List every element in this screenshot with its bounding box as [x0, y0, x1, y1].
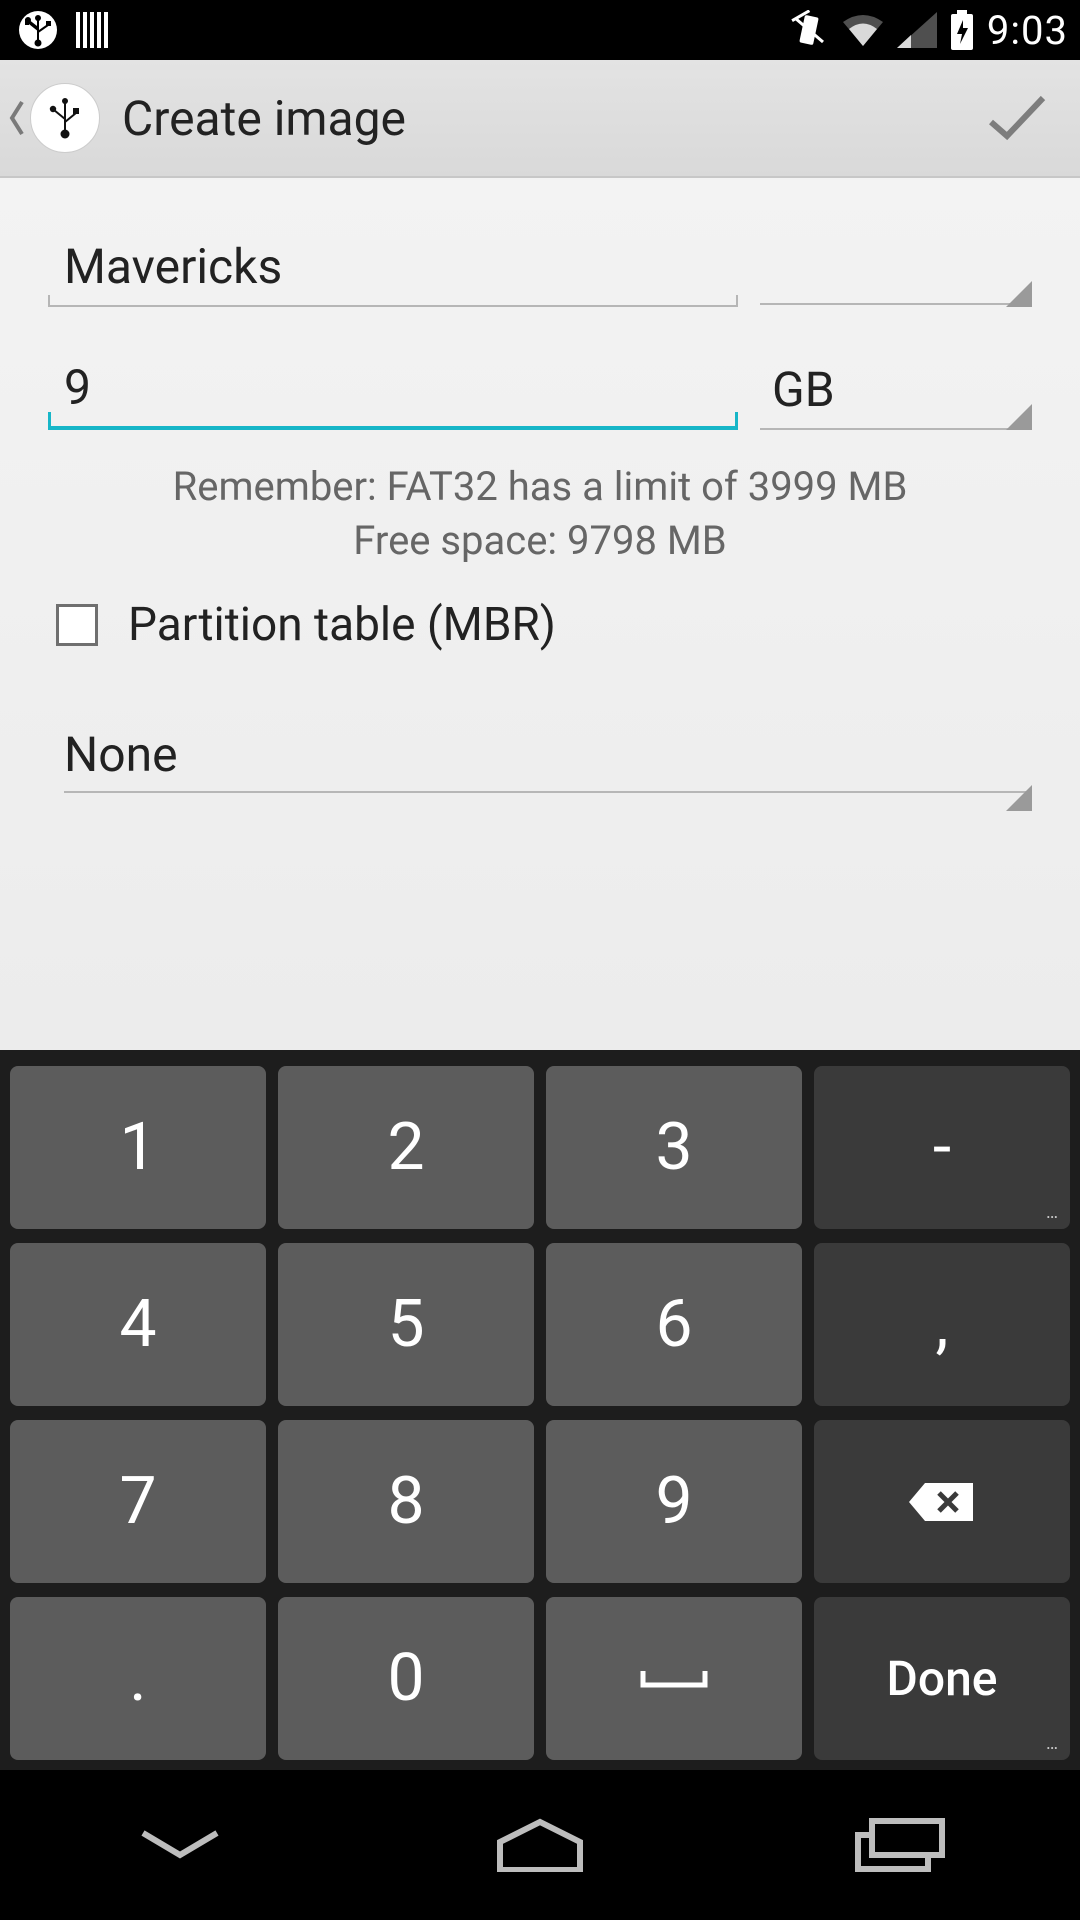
confirm-button[interactable] [982, 83, 1052, 153]
size-input[interactable]: 9 [48, 337, 738, 426]
key-5[interactable]: 5 [278, 1243, 534, 1406]
barcode-status-icon [76, 12, 114, 48]
status-bar: 9:03 [0, 0, 1080, 60]
hints: Remember: FAT32 has a limit of 3999 MB F… [48, 460, 1032, 568]
vibrate-icon [789, 10, 829, 50]
key-backspace[interactable] [814, 1420, 1070, 1583]
key-comma[interactable]: , [814, 1243, 1070, 1406]
extension-spinner[interactable] [760, 241, 1032, 307]
back-button[interactable] [8, 83, 100, 153]
form-area: Mavericks 9 GB Remember: FAT32 has a lim… [0, 178, 1080, 1050]
nav-home[interactable] [465, 1810, 615, 1880]
hint-freespace: Free space: 9798 MB [48, 514, 1032, 568]
unit-value: GB [760, 339, 1032, 428]
hint-fat32: Remember: FAT32 has a limit of 3999 MB [48, 460, 1032, 514]
wifi-icon [841, 12, 885, 48]
usb-status-icon [18, 10, 58, 50]
key-minus[interactable]: -… [814, 1066, 1070, 1229]
partition-label: Partition table (MBR) [128, 598, 556, 652]
partition-table-row[interactable]: Partition table (MBR) [48, 598, 1032, 652]
filesystem-value: None [64, 726, 1032, 783]
key-4[interactable]: 4 [10, 1243, 266, 1406]
unit-spinner[interactable]: GB [760, 339, 1032, 430]
status-clock: 9:03 [987, 7, 1068, 54]
size-field-container: 9 [48, 337, 738, 430]
action-bar: Create image [0, 60, 1080, 178]
nav-recent[interactable] [825, 1810, 975, 1880]
name-field-container: Mavericks [48, 216, 738, 307]
numeric-keyboard: 1 2 3 -… 4 5 6 , 7 8 9 . 0 Done… [0, 1050, 1080, 1770]
signal-icon [897, 12, 937, 48]
key-done[interactable]: Done… [814, 1597, 1070, 1760]
battery-charging-icon [949, 10, 975, 50]
filesystem-spinner[interactable]: None [48, 700, 1032, 811]
name-input[interactable]: Mavericks [48, 216, 738, 305]
key-9[interactable]: 9 [546, 1420, 802, 1583]
key-6[interactable]: 6 [546, 1243, 802, 1406]
partition-checkbox[interactable] [56, 604, 98, 646]
key-7[interactable]: 7 [10, 1420, 266, 1583]
key-space[interactable] [546, 1597, 802, 1760]
key-1[interactable]: 1 [10, 1066, 266, 1229]
key-8[interactable]: 8 [278, 1420, 534, 1583]
key-3[interactable]: 3 [546, 1066, 802, 1229]
navigation-bar [0, 1770, 1080, 1920]
app-icon [30, 83, 100, 153]
key-period[interactable]: . [10, 1597, 266, 1760]
page-title: Create image [122, 90, 406, 147]
key-2[interactable]: 2 [278, 1066, 534, 1229]
nav-back[interactable] [105, 1810, 255, 1880]
key-0[interactable]: 0 [278, 1597, 534, 1760]
